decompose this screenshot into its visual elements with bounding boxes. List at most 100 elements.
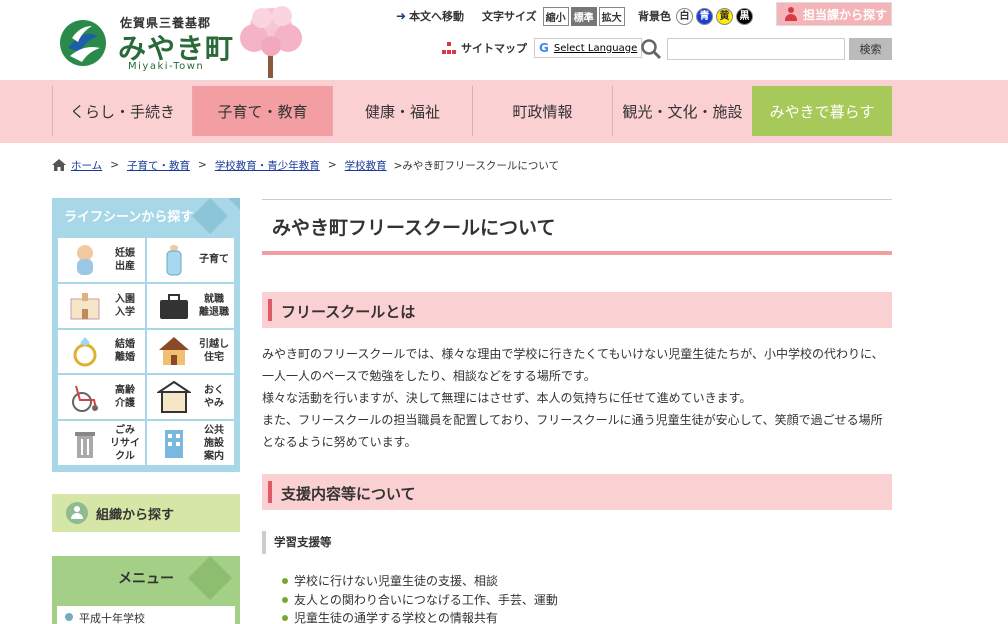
breadcrumb-school-education-link[interactable]: 学校教育	[345, 158, 387, 173]
life-scene-moving[interactable]: 引越し 住宅	[146, 328, 235, 375]
life-scene-label: 入園 入学	[115, 293, 135, 318]
section-heading-about: フリースクールとは	[262, 292, 892, 328]
bgcolor-black-button[interactable]: 黒	[736, 7, 753, 25]
cherry-blossom-illustration	[240, 6, 302, 78]
breadcrumb-separator: >	[110, 159, 119, 171]
life-scene-label: 就職 離退職	[199, 293, 229, 318]
search-by-department-button[interactable]: 担当課から探す	[776, 2, 892, 26]
breadcrumb-separator: >	[198, 159, 207, 171]
town-emblem-icon	[60, 20, 106, 66]
skip-to-content-link[interactable]: ➜ 本文へ移動	[396, 6, 464, 26]
breadcrumb-school-youth-link[interactable]: 学校教育・青少年教育	[215, 158, 320, 173]
global-navigation: くらし・手続き 子育て・教育 健康・福祉 町政情報 観光・文化・施設 みやきで暮…	[0, 80, 1008, 143]
life-scene-marriage[interactable]: 結婚 離婚	[57, 328, 146, 375]
side-menu: メニュー 平成十年学校	[52, 556, 240, 624]
select-language-dropdown[interactable]: G Select Language	[534, 38, 643, 58]
sitemap-link[interactable]: サイトマップ	[442, 40, 527, 56]
logo-romaji: Miyaki-Town	[128, 61, 205, 72]
paragraph-line: 様々な活動を行いますが、決して無理にはさせず、本人の気持ちに任せて進めていきます…	[262, 391, 752, 405]
home-icon	[52, 159, 66, 171]
gnav-item-living[interactable]: くらし・手続き	[52, 86, 192, 136]
body-paragraph: みやき町のフリースクールでは、様々な理由で学校に行きたくてもいけない児童生徒たち…	[262, 343, 902, 453]
font-size-switcher: 文字サイズ 縮小 標準 拡大	[482, 6, 625, 26]
font-size-small-button[interactable]: 縮小	[542, 6, 569, 26]
gnav-item-childcare-education[interactable]: 子育て・教育	[192, 86, 332, 136]
paragraph-line: また、フリースクールの担当職員を配置しており、フリースクールに通う児童生徒が安心…	[262, 413, 883, 427]
sitemap-label: サイトマップ	[461, 42, 527, 55]
page-title: みやき町フリースクールについて	[272, 217, 556, 239]
bgcolor-label: 背景色	[638, 10, 671, 23]
background-color-switcher: 背景色 白 青 黄 黒	[638, 6, 753, 26]
paragraph-line: となるように努めています。	[262, 435, 417, 449]
gnav-item-tourism-culture[interactable]: 観光・文化・施設	[612, 86, 752, 136]
life-scene-label: 妊娠 出産	[115, 247, 135, 272]
life-scene-label: 高齢 介護	[115, 385, 135, 410]
bgcolor-yellow-button[interactable]: 黄	[716, 7, 733, 25]
life-scene-pregnancy[interactable]: 妊娠 出産	[57, 237, 146, 283]
search-input[interactable]	[667, 38, 845, 60]
life-scene-title: ライフシーンから探す	[64, 210, 194, 225]
search-icon	[641, 39, 662, 60]
paragraph-line: みやき町のフリースクールでは、様々な理由で学校に行きたくてもいけない児童生徒たち…	[262, 347, 884, 361]
section-heading-support: 支援内容等について	[262, 474, 892, 510]
gnav-item-living-in-miyaki[interactable]: みやきで暮らす	[752, 86, 892, 136]
gnav-item-town-administration[interactable]: 町政情報	[472, 86, 612, 136]
font-size-large-button[interactable]: 拡大	[598, 6, 625, 26]
wheelchair-icon	[72, 386, 98, 413]
list-item: 児童生徒の通学する学校との情報共有	[282, 609, 558, 624]
bgcolor-white-button[interactable]: 白	[676, 7, 693, 25]
font-size-label: 文字サイズ	[482, 10, 537, 23]
list-item: 友人との関わり合いにつなげる工作、手芸、運動	[282, 591, 558, 610]
life-scene-label: 結婚 離婚	[115, 339, 135, 364]
life-scene-childcare[interactable]: 子育て	[146, 237, 235, 283]
gnav-item-health-welfare[interactable]: 健康・福祉	[332, 86, 472, 136]
search-button[interactable]: 検索	[849, 38, 892, 60]
breadcrumb-childcare-link[interactable]: 子育て・教育	[127, 158, 190, 173]
list-item: 学校に行けない児童生徒の支援、相談	[282, 572, 558, 591]
life-scene-condolence[interactable]: おく やみ	[146, 374, 235, 421]
house-icon	[159, 337, 189, 366]
site-logo[interactable]: 佐賀県三養基郡 みやき町 Miyaki-Town	[58, 8, 233, 72]
life-scene-label: ごみ リサイ クル	[110, 424, 140, 462]
life-scene-label: 引越し 住宅	[199, 339, 229, 364]
side-menu-item[interactable]: 平成十年学校	[57, 606, 235, 624]
google-g-icon: G	[539, 41, 549, 55]
search-by-organization-label: 組織から探す	[96, 507, 175, 523]
building-icon	[165, 430, 183, 459]
page-title-area: みやき町フリースクールについて	[262, 199, 892, 255]
person-icon	[66, 502, 88, 524]
heading-accent-bar	[268, 299, 272, 321]
baby-icon	[77, 244, 93, 275]
briefcase-icon	[160, 293, 188, 319]
search-by-department-label: 担当課から探す	[803, 7, 888, 22]
memorial-icon	[157, 381, 191, 414]
school-icon	[70, 292, 100, 320]
paragraph-line: 一人一人のペースで勉強をしたり、相談などをする場所です。	[262, 369, 596, 383]
life-scene-label: おく やみ	[204, 385, 224, 410]
site-header: 佐賀県三養基郡 みやき町 Miyaki-Town ➜ 本文へ移動 文字サイズ 縮…	[0, 0, 1008, 80]
skip-link-label: 本文へ移動	[409, 10, 465, 23]
life-scene-employment[interactable]: 就職 離退職	[146, 282, 235, 329]
life-scene-panel: ライフシーンから探す 妊娠 出産 子育て 入園 入学 就職 離退職 結婚 離婚 …	[52, 198, 240, 472]
font-size-normal-button[interactable]: 標準	[570, 6, 597, 26]
side-menu-title: メニュー	[118, 571, 174, 587]
baby-bottle-icon	[166, 244, 182, 276]
subsection-heading: 学習支援等	[262, 531, 332, 554]
sitemap-icon	[442, 42, 456, 54]
life-scene-garbage-recycling[interactable]: ごみ リサイ クル	[57, 420, 146, 466]
breadcrumb-separator: >	[327, 159, 337, 171]
heading-accent-bar	[268, 481, 272, 503]
bgcolor-blue-button[interactable]: 青	[696, 7, 713, 25]
life-scene-label: 公共 施設 案内	[204, 424, 224, 462]
arrow-right-icon: ➜	[396, 9, 407, 23]
life-scene-school-entry[interactable]: 入園 入学	[57, 282, 146, 329]
select-language-label: Select Language	[553, 42, 638, 54]
section-heading-text: 支援内容等について	[281, 485, 416, 503]
breadcrumb-current: >みやき町フリースクールについて	[393, 159, 560, 172]
section-heading-text: フリースクールとは	[281, 303, 416, 321]
search-by-organization-button[interactable]: 組織から探す	[52, 494, 240, 532]
breadcrumb-home-link[interactable]: ホーム	[71, 158, 102, 173]
life-scene-elderly-care[interactable]: 高齢 介護	[57, 374, 146, 421]
life-scene-public-facilities[interactable]: 公共 施設 案内	[146, 420, 235, 466]
support-list: 学校に行けない児童生徒の支援、相談 友人との関わり合いにつなげる工作、手芸、運動…	[282, 572, 558, 624]
